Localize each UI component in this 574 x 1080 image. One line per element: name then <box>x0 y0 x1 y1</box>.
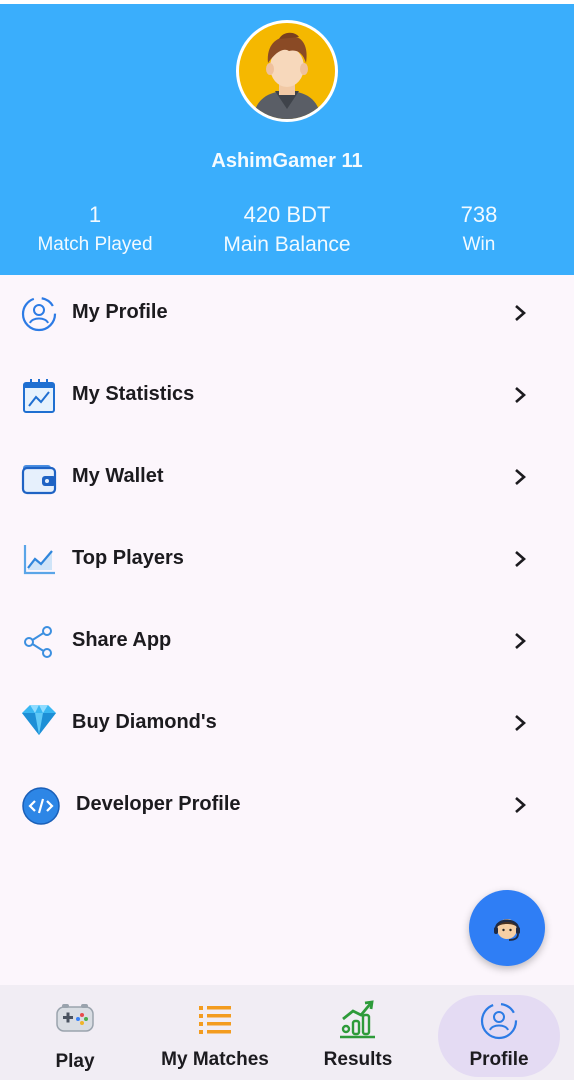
menu-item-top-players[interactable]: Top Players <box>0 521 574 603</box>
nav-label: Results <box>323 1049 393 1070</box>
menu-item-label: Top Players <box>72 547 184 569</box>
chevron-right-icon <box>515 387 526 403</box>
avatar-image <box>239 23 335 119</box>
diamond-icon <box>22 705 56 735</box>
support-agent-icon <box>494 919 520 941</box>
nav-results[interactable]: Results <box>296 985 420 1080</box>
bottom-navigation: Play My Matches Results Profile <box>0 985 574 1080</box>
menu-item-developer-profile[interactable]: Developer Profile <box>0 767 574 849</box>
trend-chart-icon <box>23 545 55 575</box>
menu-item-buy-diamonds[interactable]: Buy Diamond's <box>0 685 574 767</box>
avatar[interactable] <box>236 20 338 122</box>
menu-item-label: Developer Profile <box>76 793 241 815</box>
username: AshimGamer 11 <box>211 150 363 172</box>
list-icon <box>199 1006 231 1034</box>
user-circle-icon <box>21 296 57 332</box>
nav-label: My Matches <box>161 1049 269 1070</box>
chevron-right-icon <box>515 305 526 321</box>
stat-match-played: 1 Match Played <box>0 200 190 260</box>
bar-chart-icon <box>340 1000 375 1039</box>
gamepad-icon <box>56 1004 94 1032</box>
nav-play[interactable]: Play <box>14 985 136 1080</box>
stat-win: 738 Win <box>384 200 574 260</box>
menu-item-label: My Profile <box>72 301 168 323</box>
stat-value: 420 BDT <box>243 202 331 227</box>
profile-menu: My Profile My Statistics My Wallet Top P… <box>0 275 574 985</box>
stat-main-balance: 420 BDT Main Balance <box>187 200 387 260</box>
profile-icon <box>480 1002 518 1040</box>
stat-value: 1 <box>88 202 102 227</box>
stat-label: Main Balance <box>223 233 351 256</box>
nav-label: Profile <box>469 1049 529 1070</box>
menu-item-label: Buy Diamond's <box>72 711 217 733</box>
stat-label: Win <box>462 234 496 255</box>
code-icon <box>22 787 60 825</box>
statistics-chart-icon <box>23 379 55 413</box>
support-button[interactable] <box>469 890 545 966</box>
menu-item-my-profile[interactable]: My Profile <box>0 275 574 357</box>
menu-item-label: My Statistics <box>72 383 195 405</box>
menu-item-my-wallet[interactable]: My Wallet <box>0 439 574 521</box>
menu-item-share-app[interactable]: Share App <box>0 603 574 685</box>
stat-value: 738 <box>460 202 498 227</box>
chevron-right-icon <box>515 797 526 813</box>
share-icon <box>24 626 52 658</box>
wallet-icon <box>21 465 57 495</box>
menu-item-label: Share App <box>72 629 172 651</box>
chevron-right-icon <box>515 551 526 567</box>
chevron-right-icon <box>515 469 526 485</box>
chevron-right-icon <box>515 715 526 731</box>
chevron-right-icon <box>515 633 526 649</box>
nav-profile[interactable]: Profile <box>438 985 560 1080</box>
nav-label: Play <box>55 1051 95 1072</box>
menu-item-label: My Wallet <box>72 465 164 487</box>
profile-header: AshimGamer 11 1 Match Played 420 BDT Mai… <box>0 4 574 275</box>
nav-my-matches[interactable]: My Matches <box>144 985 286 1080</box>
menu-item-my-statistics[interactable]: My Statistics <box>0 357 574 439</box>
stat-label: Match Played <box>37 234 153 255</box>
